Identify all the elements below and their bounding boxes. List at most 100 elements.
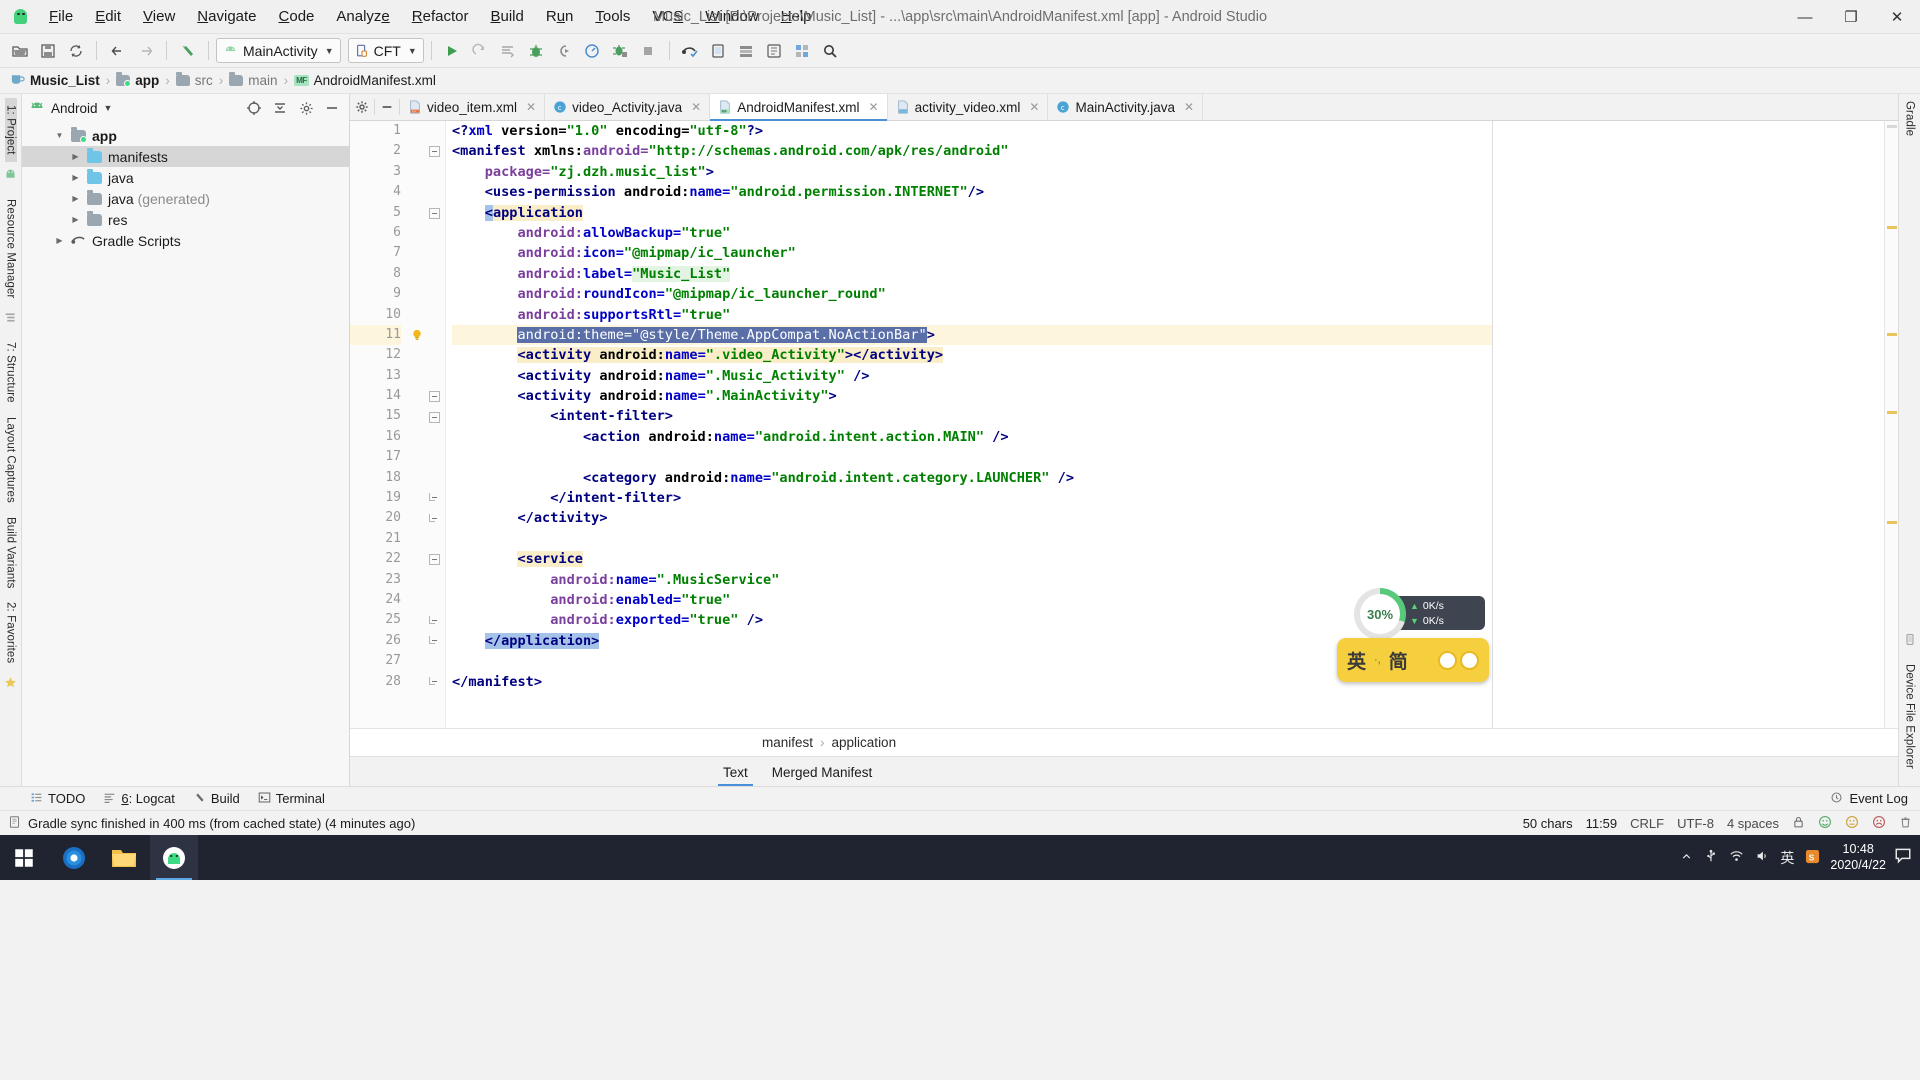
ime-toggle-b-icon[interactable] xyxy=(1460,651,1479,670)
tree-node-java-generated[interactable]: ▶ java (generated) xyxy=(22,188,349,209)
code-line[interactable]: </intent-filter> xyxy=(452,488,1492,508)
taskbar-app-android-studio[interactable] xyxy=(150,835,198,880)
sidebar-item-favorites[interactable]: 2: Favorites xyxy=(5,595,17,670)
tab-mainactivity-java[interactable]: c MainActivity.java ✕ xyxy=(1048,94,1203,120)
attach-debugger-icon[interactable] xyxy=(551,38,578,64)
gutter-marks[interactable] xyxy=(408,121,446,728)
chevron-down-icon[interactable]: ▼ xyxy=(104,103,113,113)
code-line[interactable]: android:name=".MusicService" xyxy=(452,570,1492,590)
taskbar-app-cortana[interactable] xyxy=(50,835,98,880)
wifi-icon[interactable] xyxy=(1729,849,1744,866)
notification-icon[interactable] xyxy=(1894,846,1920,869)
trash-icon[interactable] xyxy=(1899,815,1912,832)
chevron-right-icon[interactable]: ▶ xyxy=(70,172,81,183)
layout-inspector-icon[interactable] xyxy=(789,38,816,64)
chevron-right-icon[interactable]: ▶ xyxy=(70,214,81,225)
tool-window-todo[interactable]: TODO xyxy=(30,791,85,807)
ime-language-label[interactable]: 英 xyxy=(1347,647,1366,674)
code-line[interactable]: </activity> xyxy=(452,508,1492,528)
code-line[interactable]: <activity android:name=".Music_Activity"… xyxy=(452,366,1492,386)
tab-text[interactable]: Text xyxy=(712,761,759,786)
apply-code-changes-icon[interactable] xyxy=(495,38,522,64)
breadcrumb-manifest[interactable]: manifest xyxy=(762,735,813,750)
fold-end-icon[interactable] xyxy=(429,493,435,501)
undo-icon[interactable] xyxy=(174,38,201,64)
profiler-icon[interactable] xyxy=(579,38,606,64)
ime-toggle-group[interactable] xyxy=(1438,651,1479,670)
breadcrumb-application[interactable]: application xyxy=(832,735,897,750)
code-line[interactable] xyxy=(452,447,1492,467)
status-indent[interactable]: 4 spaces xyxy=(1727,816,1779,831)
code-line[interactable]: android:enabled="true" xyxy=(452,590,1492,610)
tree-node-app[interactable]: ▼ app xyxy=(22,125,349,146)
code-line[interactable]: package="zj.dzh.music_list"> xyxy=(452,162,1492,182)
maximize-button[interactable]: ❐ xyxy=(1828,0,1874,34)
fold-collapse-icon[interactable] xyxy=(429,208,440,219)
tab-androidmanifest-xml[interactable]: MF AndroidManifest.xml ✕ xyxy=(710,94,887,120)
menu-navigate[interactable]: Navigate xyxy=(186,3,267,30)
code-line[interactable]: android:exported="true" /> xyxy=(452,610,1492,630)
run-icon[interactable] xyxy=(439,38,466,64)
menu-run[interactable]: Run xyxy=(535,3,585,30)
search-icon[interactable] xyxy=(817,38,844,64)
sidebar-item-build-variants[interactable]: Build Variants xyxy=(5,510,17,596)
avd-manager-icon[interactable] xyxy=(705,38,732,64)
sidebar-item-structure[interactable]: 7: Structure xyxy=(5,335,17,410)
chevron-down-icon[interactable]: ▼ xyxy=(54,130,65,141)
code-content[interactable]: <?xml version="1.0" encoding="utf-8"?><m… xyxy=(446,121,1492,728)
fold-collapse-icon[interactable] xyxy=(429,412,440,423)
tab-video-item-xml[interactable]: <> video_item.xml ✕ xyxy=(400,94,545,120)
fold-end-icon[interactable] xyxy=(429,514,435,522)
code-line[interactable]: <intent-filter> xyxy=(452,406,1492,426)
code-line[interactable]: <activity android:name=".video_Activity"… xyxy=(452,345,1492,365)
collapse-all-icon[interactable] xyxy=(270,98,290,118)
ime-language-bar[interactable]: 英 ·, 简 xyxy=(1337,638,1489,682)
code-line[interactable]: android:icon="@mipmap/ic_launcher" xyxy=(452,243,1492,263)
taskbar-app-file-explorer[interactable] xyxy=(100,835,148,880)
intention-bulb-icon[interactable] xyxy=(410,328,421,339)
device-file-explorer-icon[interactable] xyxy=(761,38,788,64)
tree-node-manifests[interactable]: ▶ manifests xyxy=(22,146,349,167)
debug-icon[interactable] xyxy=(523,38,550,64)
code-line[interactable]: android:supportsRtl="true" xyxy=(452,305,1492,325)
menu-refactor[interactable]: Refactor xyxy=(401,3,480,30)
error-stripe[interactable] xyxy=(1884,121,1898,728)
menu-build[interactable]: Build xyxy=(479,3,534,30)
menu-edit[interactable]: Edit xyxy=(84,3,132,30)
breadcrumb-item-src[interactable]: src xyxy=(176,73,213,88)
lock-icon[interactable] xyxy=(1792,815,1805,832)
face-neutral-icon[interactable] xyxy=(1845,815,1859,832)
sdk-manager-icon[interactable] xyxy=(733,38,760,64)
code-line[interactable]: </application> xyxy=(452,631,1492,651)
sidebar-item-device-file-explorer[interactable]: Device File Explorer xyxy=(1904,657,1916,776)
usb-icon[interactable] xyxy=(1704,849,1718,866)
start-button[interactable] xyxy=(0,835,48,880)
ime-toggle-a-icon[interactable] xyxy=(1438,651,1457,670)
menu-vcs[interactable]: VCS xyxy=(641,3,694,30)
close-icon[interactable]: ✕ xyxy=(526,100,536,114)
volume-icon[interactable] xyxy=(1755,849,1769,866)
hide-editor-icon[interactable] xyxy=(375,94,399,120)
tab-settings-gear-icon[interactable] xyxy=(350,94,374,120)
menu-help[interactable]: Help xyxy=(770,3,823,30)
code-line[interactable]: android:allowBackup="true" xyxy=(452,223,1492,243)
save-all-icon[interactable] xyxy=(34,38,61,64)
face-sad-icon[interactable] xyxy=(1872,815,1886,832)
tab-merged-manifest[interactable]: Merged Manifest xyxy=(761,761,884,786)
apply-changes-icon[interactable] xyxy=(467,38,494,64)
code-line[interactable]: <activity android:name=".MainActivity"> xyxy=(452,386,1492,406)
tool-window-logcat[interactable]: 6: Logcat xyxy=(103,791,175,807)
fold-end-icon[interactable] xyxy=(429,616,435,624)
settings-gear-icon[interactable] xyxy=(296,98,316,118)
back-icon[interactable] xyxy=(104,38,131,64)
sidebar-item-project[interactable]: 1: Project xyxy=(5,98,17,162)
code-line[interactable]: <service xyxy=(452,549,1492,569)
code-line[interactable] xyxy=(452,529,1492,549)
menu-code[interactable]: Code xyxy=(268,3,326,30)
code-line[interactable]: <manifest xmlns:android="http://schemas.… xyxy=(452,141,1492,161)
close-icon[interactable]: ✕ xyxy=(869,100,879,114)
menu-tools[interactable]: Tools xyxy=(584,3,641,30)
tool-window-build[interactable]: Build xyxy=(193,791,240,807)
ime-en-icon[interactable]: 英 xyxy=(1780,848,1794,868)
close-icon[interactable]: ✕ xyxy=(1029,100,1039,114)
